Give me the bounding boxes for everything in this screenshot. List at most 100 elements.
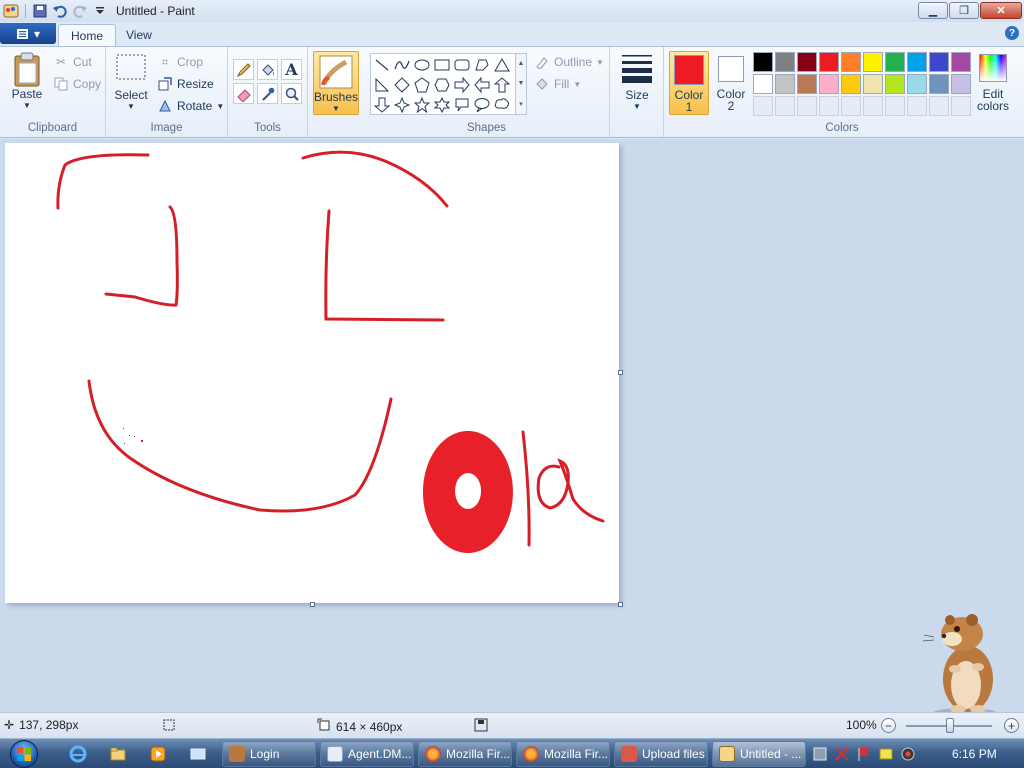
palette-swatch-18[interactable] (929, 74, 949, 94)
palette-swatch-8[interactable] (929, 52, 949, 72)
taskbar-button-1[interactable]: Agent.DM... (320, 741, 414, 767)
palette-swatch-5[interactable] (863, 52, 883, 72)
canvas-resize-handle-right[interactable] (618, 370, 623, 375)
line-shape-icon[interactable] (372, 55, 392, 75)
media-player-icon[interactable] (148, 744, 168, 764)
taskbar-button-3[interactable]: Mozilla Fir... (516, 741, 610, 767)
save-icon[interactable] (32, 3, 48, 19)
pentagon-shape-icon[interactable] (412, 75, 432, 95)
palette-swatch-11[interactable] (775, 74, 795, 94)
taskbar-clock[interactable]: 6:16 PM (952, 747, 997, 761)
brushes-button[interactable]: Brushes ▼ (313, 51, 359, 115)
hexagon-shape-icon[interactable] (432, 75, 452, 95)
scroll-up-icon[interactable]: ▲ (518, 60, 525, 67)
palette-swatch-14[interactable] (841, 74, 861, 94)
tab-home[interactable]: Home (58, 24, 117, 46)
palette-custom-slot-0[interactable] (753, 96, 773, 116)
palette-custom-slot-4[interactable] (841, 96, 861, 116)
fill-bucket-icon[interactable] (257, 59, 278, 80)
start-button[interactable] (4, 740, 44, 768)
redo-icon[interactable] (72, 3, 88, 19)
palette-swatch-12[interactable] (797, 74, 817, 94)
taskbar-button-5[interactable]: Untitled - ... (712, 741, 806, 767)
palette-swatch-17[interactable] (907, 74, 927, 94)
tab-view[interactable]: View (114, 24, 164, 46)
show-desktop-icon[interactable] (188, 744, 208, 764)
palette-swatch-0[interactable] (753, 52, 773, 72)
left-arrow-shape-icon[interactable] (472, 75, 492, 95)
tray-note-icon[interactable] (878, 746, 894, 762)
shapes-scrollbar[interactable]: ▲ ▼ ▾ (515, 53, 527, 115)
palette-swatch-19[interactable] (951, 74, 971, 94)
oval-callout-shape-icon[interactable] (472, 95, 492, 115)
help-icon[interactable]: ? (1005, 26, 1019, 40)
pencil-icon[interactable] (233, 59, 254, 80)
palette-custom-slot-2[interactable] (797, 96, 817, 116)
palette-swatch-13[interactable] (819, 74, 839, 94)
hamster-mascot-icon[interactable] (920, 609, 1010, 719)
paste-button[interactable]: Paste ▼ (8, 51, 46, 110)
palette-swatch-10[interactable] (753, 74, 773, 94)
palette-swatch-9[interactable] (951, 52, 971, 72)
taskbar-button-2[interactable]: Mozilla Fir... (418, 741, 512, 767)
size-button[interactable]: Size ▼ (618, 53, 656, 111)
tray-tool-icon[interactable] (834, 746, 850, 762)
tray-app-icon[interactable] (812, 746, 828, 762)
palette-custom-slot-9[interactable] (951, 96, 971, 116)
right-triangle-shape-icon[interactable] (372, 75, 392, 95)
rectangle-shape-icon[interactable] (432, 55, 452, 75)
select-button[interactable]: Select ▼ (114, 53, 148, 111)
internet-explorer-icon[interactable] (68, 744, 88, 764)
drawing-canvas[interactable] (5, 143, 619, 603)
paint-menu-button[interactable]: ▾ (0, 23, 56, 44)
zoom-in-button[interactable]: + (1004, 718, 1019, 733)
palette-custom-slot-8[interactable] (929, 96, 949, 116)
file-explorer-icon[interactable] (108, 744, 128, 764)
polygon-shape-icon[interactable] (472, 55, 492, 75)
palette-custom-slot-3[interactable] (819, 96, 839, 116)
gallery-expand-icon[interactable]: ▾ (519, 100, 523, 108)
close-button[interactable]: ✕ (980, 2, 1022, 19)
color-picker-icon[interactable] (257, 83, 278, 104)
zoom-out-button[interactable]: − (881, 718, 896, 733)
minimize-button[interactable]: ▁ (918, 2, 948, 19)
triangle-shape-icon[interactable] (492, 55, 512, 75)
rounded-callout-shape-icon[interactable] (452, 95, 472, 115)
magnifier-icon[interactable] (281, 83, 302, 104)
text-tool-icon[interactable]: A (281, 59, 302, 80)
cut-button[interactable]: ✂ Cut (53, 54, 92, 70)
palette-swatch-3[interactable] (819, 52, 839, 72)
rotate-button[interactable]: Rotate ▼ (157, 98, 224, 114)
volume-icon[interactable] (900, 746, 916, 762)
crop-button[interactable]: ⌗ Crop (157, 54, 203, 70)
eraser-icon[interactable] (233, 83, 254, 104)
palette-swatch-6[interactable] (885, 52, 905, 72)
canvas-resize-handle-bottom[interactable] (310, 602, 315, 607)
six-point-star-shape-icon[interactable] (432, 95, 452, 115)
scroll-down-icon[interactable]: ▼ (518, 80, 525, 87)
copy-button[interactable]: Copy (53, 76, 101, 92)
rounded-rectangle-shape-icon[interactable] (452, 55, 472, 75)
down-arrow-shape-icon[interactable] (372, 95, 392, 115)
up-arrow-shape-icon[interactable] (492, 75, 512, 95)
palette-swatch-2[interactable] (797, 52, 817, 72)
curve-shape-icon[interactable] (392, 55, 412, 75)
palette-swatch-16[interactable] (885, 74, 905, 94)
five-point-star-shape-icon[interactable] (412, 95, 432, 115)
oval-shape-icon[interactable] (412, 55, 432, 75)
right-arrow-shape-icon[interactable] (452, 75, 472, 95)
taskbar-button-0[interactable]: Login (222, 741, 316, 767)
palette-custom-slot-6[interactable] (885, 96, 905, 116)
palette-custom-slot-5[interactable] (863, 96, 883, 116)
maximize-button[interactable]: ❐ (949, 2, 979, 19)
customize-qat-icon[interactable] (92, 3, 108, 19)
palette-swatch-4[interactable] (841, 52, 861, 72)
fill-button[interactable]: Fill ▼ (534, 76, 581, 92)
edit-colors-button[interactable]: Edit colors (974, 51, 1012, 115)
palette-swatch-7[interactable] (907, 52, 927, 72)
paint-app-icon[interactable] (3, 3, 19, 19)
color2-button[interactable]: Color 2 (711, 51, 751, 115)
four-point-star-shape-icon[interactable] (392, 95, 412, 115)
diamond-shape-icon[interactable] (392, 75, 412, 95)
palette-swatch-1[interactable] (775, 52, 795, 72)
